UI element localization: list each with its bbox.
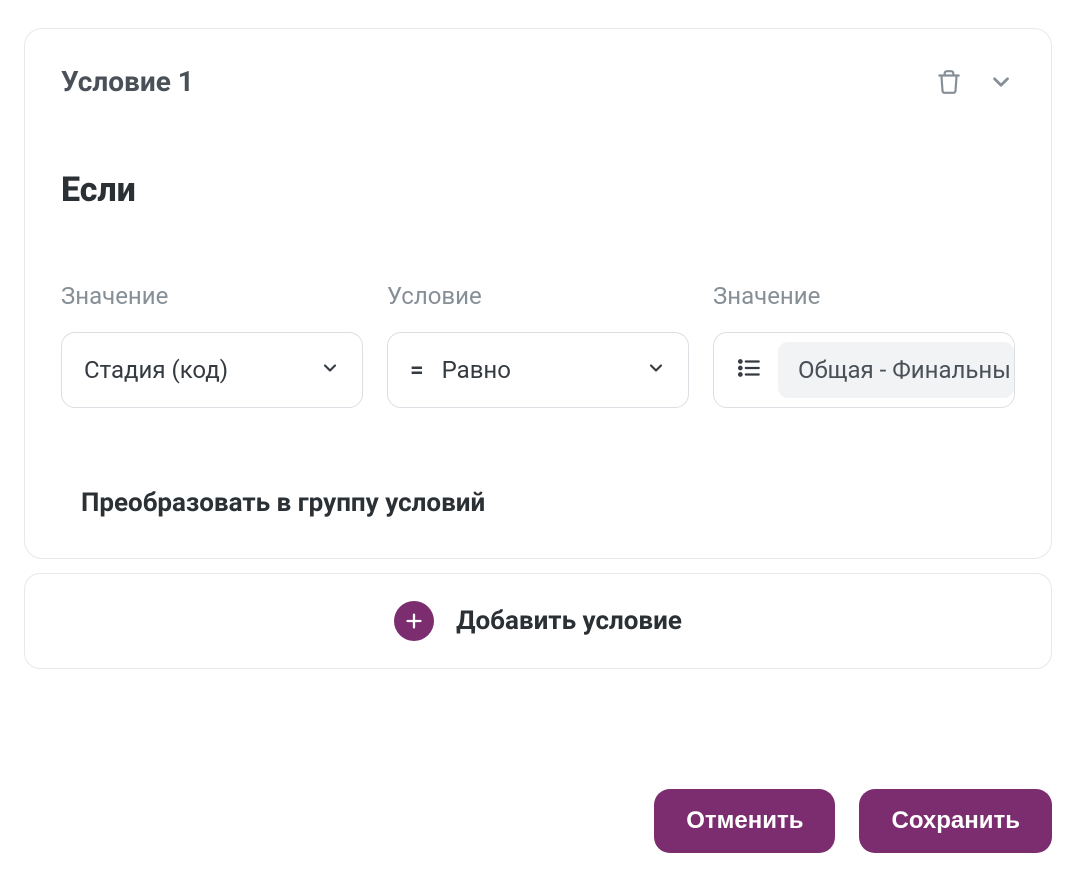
value-left-field: Значение Стадия (код) [61,282,363,408]
chevron-down-icon [320,356,340,384]
operator-label: Условие [387,282,689,310]
chevron-down-icon[interactable] [987,68,1015,96]
value-left-label: Значение [61,282,363,310]
convert-to-group-button[interactable]: Преобразовать в группу условий [61,488,1015,518]
if-heading: Если [61,170,1015,210]
condition-fields: Значение Стадия (код) Условие = Равно Зн… [61,282,1015,408]
save-button[interactable]: Сохранить [859,789,1052,853]
chevron-down-icon [646,356,666,384]
trash-icon[interactable] [935,68,963,96]
footer-actions: Отменить Сохранить [24,789,1052,853]
condition-title: Условие 1 [61,65,194,98]
value-left-selected: Стадия (код) [84,356,302,384]
plus-icon [394,601,434,641]
cancel-button[interactable]: Отменить [654,789,835,853]
operator-selected: Равно [442,356,628,384]
list-icon [736,355,762,385]
add-condition-button[interactable]: Добавить условие [24,573,1052,669]
equals-icon: = [410,356,424,384]
value-right-field: Значение Общая - Финальны [713,282,1015,408]
value-right-select[interactable]: Общая - Финальны [713,332,1015,408]
condition-header: Условие 1 [61,65,1015,98]
condition-actions [935,68,1015,96]
operator-select[interactable]: = Равно [387,332,689,408]
add-condition-label: Добавить условие [456,606,682,636]
operator-field: Условие = Равно [387,282,689,408]
value-right-label: Значение [713,282,1015,310]
value-right-chip: Общая - Финальны [778,342,1014,398]
condition-card: Условие 1 Если Значение Стадия (код) [24,28,1052,559]
value-left-select[interactable]: Стадия (код) [61,332,363,408]
